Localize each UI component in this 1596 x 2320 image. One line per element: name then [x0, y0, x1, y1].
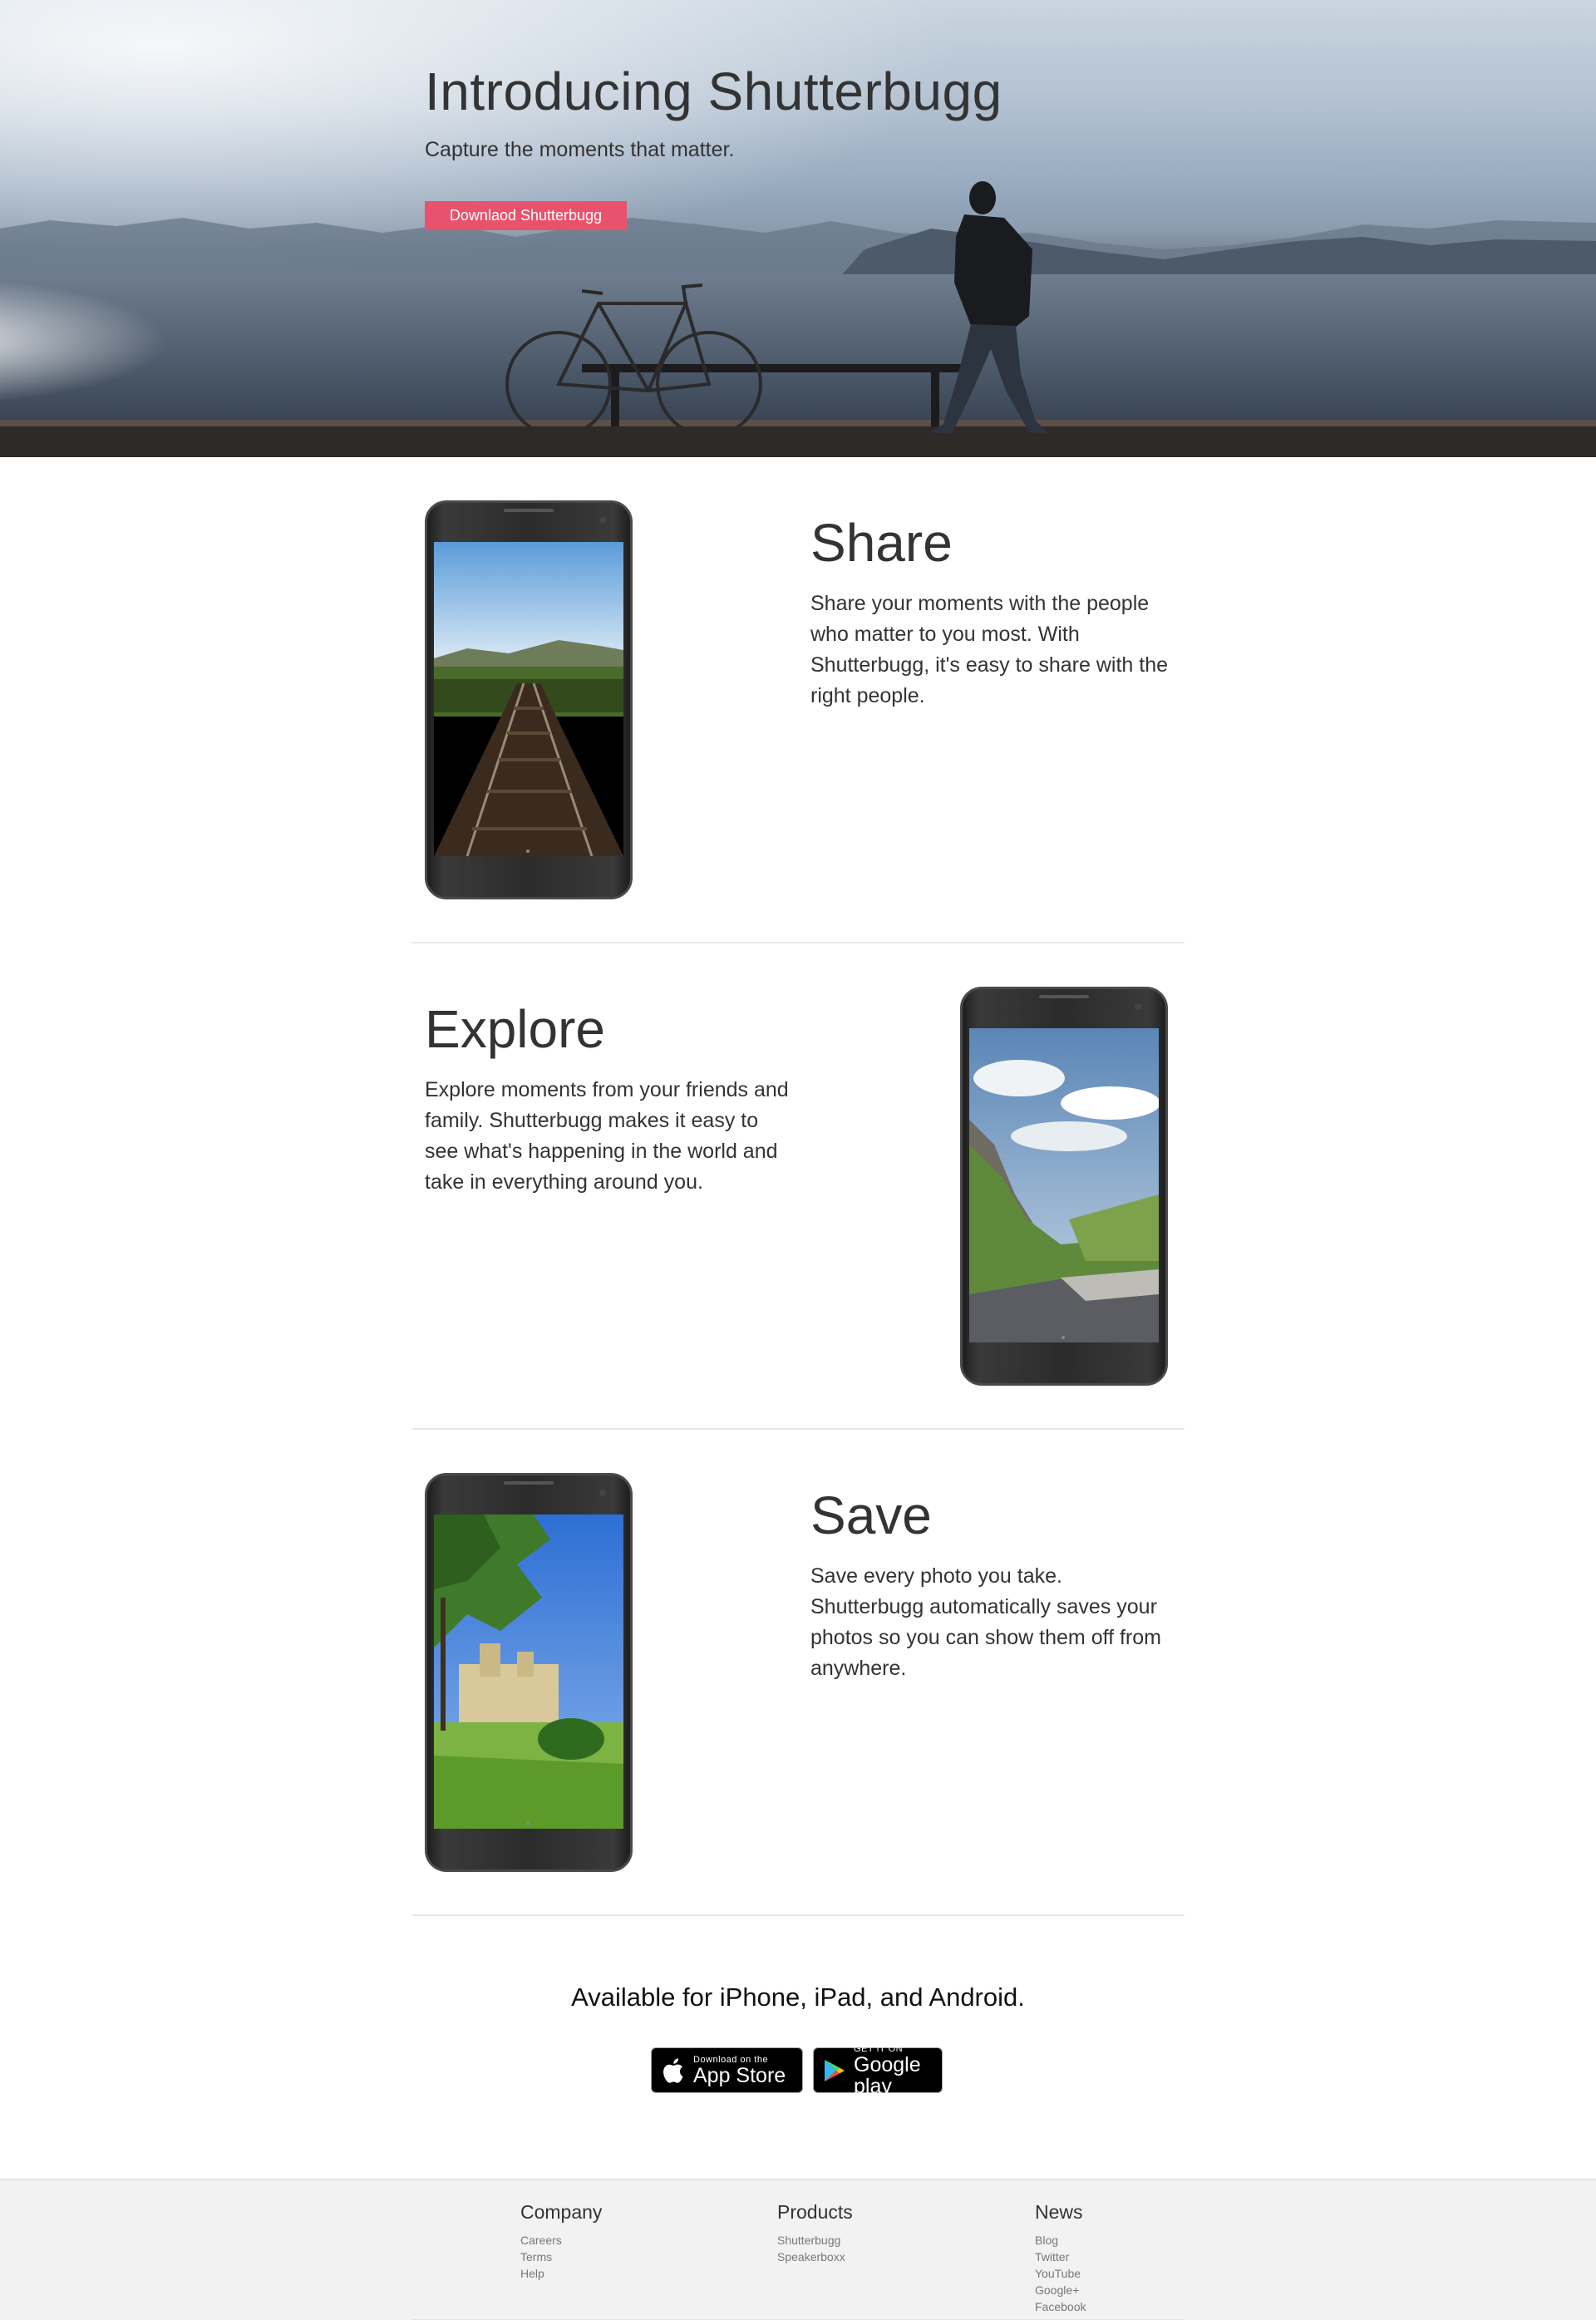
footer-column-news: News Blog Twitter YouTube Google+ Facebo…	[1035, 2201, 1086, 2315]
apple-icon	[662, 2057, 685, 2084]
footer: Company Careers Terms Help Products Shut…	[0, 2179, 1596, 2320]
feature-save-title: Save	[810, 1485, 932, 1545]
availability-text: Available for iPhone, iPad, and Android.	[571, 1983, 1025, 2012]
feature-share: Share Share your moments with the people…	[411, 457, 1185, 943]
google-play-icon	[824, 2059, 845, 2082]
footer-column-company: Company Careers Terms Help	[520, 2201, 602, 2282]
footer-link-speakerboxx[interactable]: Speakerboxx	[777, 2249, 853, 2265]
phone-screen-railway-image	[434, 542, 623, 856]
google-play-badge[interactable]: GET IT ON Google play	[813, 2043, 943, 2097]
feature-explore-text: Explore moments from your friends and fa…	[425, 1078, 789, 1194]
phone-screen-castle-garden-image	[434, 1515, 623, 1829]
footer-link-help[interactable]: Help	[520, 2265, 602, 2282]
footer-link-googleplus[interactable]: Google+	[1035, 2282, 1086, 2298]
footer-heading: Products	[777, 2201, 853, 2223]
feature-share-text: Share your moments with the people who m…	[810, 592, 1169, 707]
app-store-badge[interactable]: Download on the App Store	[651, 2047, 803, 2093]
footer-column-products: Products Shutterbugg Speakerboxx	[777, 2201, 853, 2265]
footer-heading: News	[1035, 2201, 1083, 2223]
section-divider	[411, 1914, 1185, 1916]
footer-link-twitter[interactable]: Twitter	[1035, 2249, 1086, 2265]
app-store-big-text: App Store	[693, 2063, 786, 2087]
footer-link-blog[interactable]: Blog	[1035, 2232, 1086, 2249]
hero-content: Introducing Shutterbugg Capture the mome…	[425, 60, 1173, 230]
feature-save-text: Save every photo you take. Shutterbugg a…	[810, 1564, 1161, 1680]
footer-link-terms[interactable]: Terms	[520, 2249, 602, 2265]
google-play-big-text: Google play	[854, 2052, 921, 2098]
app-store-small-text: Download on the	[693, 2054, 769, 2065]
store-badges: Download on the App Store GET IT ON Goog…	[651, 2043, 943, 2097]
footer-link-shutterbugg[interactable]: Shutterbugg	[777, 2232, 853, 2249]
phone-mockup	[425, 1473, 633, 1872]
feature-save: Save Save every photo you take. Shutterb…	[411, 1430, 1185, 1916]
hero-section: Introducing Shutterbugg Capture the mome…	[0, 0, 1596, 457]
download-button[interactable]: Downlaod Shutterbugg	[425, 201, 627, 230]
footer-heading: Company	[520, 2201, 603, 2223]
phone-screen-mountain-road-image	[969, 1028, 1159, 1342]
hero-title: Introducing Shutterbugg	[425, 62, 1002, 121]
feature-explore: Explore Explore moments from your friend…	[411, 943, 1185, 1430]
feature-share-title: Share	[810, 513, 953, 573]
google-play-small-text: GET IT ON	[854, 2043, 904, 2054]
footer-link-facebook[interactable]: Facebook	[1035, 2298, 1086, 2315]
phone-mockup	[960, 987, 1168, 1386]
footer-link-careers[interactable]: Careers	[520, 2232, 602, 2249]
footer-link-youtube[interactable]: YouTube	[1035, 2265, 1086, 2282]
hero-subtitle: Capture the moments that matter.	[425, 138, 735, 161]
feature-explore-title: Explore	[425, 999, 605, 1059]
phone-mockup	[425, 500, 633, 899]
